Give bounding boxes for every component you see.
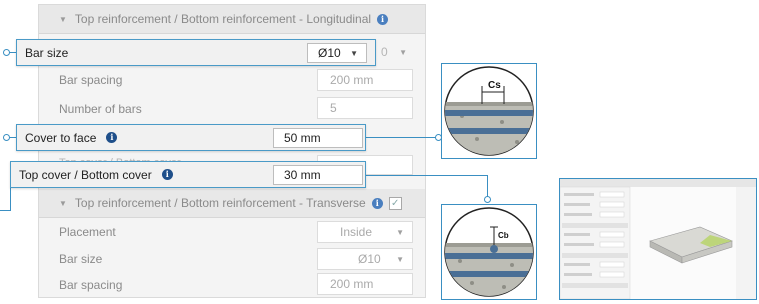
info-icon[interactable]: i (371, 197, 383, 209)
longitudinal-section-title: Top reinforcement / Bottom reinforcement… (74, 12, 372, 26)
cover-to-face-field[interactable]: 50 mm (273, 128, 363, 148)
transverse-section-title: Top reinforcement / Bottom reinforcement… (74, 196, 366, 210)
bar-size-callout: Bar size Ø10 ▼ (16, 39, 376, 66)
connector-line (0, 210, 10, 211)
info-icon[interactable]: i (161, 169, 173, 180)
placement-dropdown[interactable]: Inside ▼ (317, 221, 413, 243)
dropdown-chevron-icon: ▼ (399, 47, 407, 57)
placement-label: Placement (59, 225, 116, 239)
bar-spacing-field[interactable]: 200 mm (317, 69, 413, 91)
collapse-chevron-icon[interactable]: ▼ (59, 15, 67, 24)
top-cover-value: 30 mm (284, 168, 321, 182)
cover-to-face-detail: Cs (441, 63, 537, 159)
dropdown-chevron-icon: ▼ (350, 48, 358, 58)
transverse-bar-spacing-label: Bar spacing (59, 278, 123, 292)
number-of-bars-field[interactable]: 5 (317, 97, 413, 119)
transverse-bar-spacing-value: 200 mm (330, 277, 374, 291)
collapse-chevron-icon[interactable]: ▼ (59, 199, 67, 208)
connector-dot (3, 134, 10, 141)
transverse-bar-size-dropdown[interactable]: Ø10 ▼ (317, 248, 413, 270)
transverse-bar-spacing-field[interactable]: 200 mm (317, 273, 413, 295)
cover-to-face-label: Cover to face (25, 130, 97, 145)
connector-line (10, 184, 11, 211)
top-cover-label: Top cover / Bottom cover (19, 167, 152, 182)
connector-line (366, 175, 488, 176)
bar-size-label: Bar size (25, 45, 69, 60)
bar-size-value: Ø10 (318, 46, 341, 60)
concrete-section-illustration: Cs (444, 66, 534, 156)
top-cover-detail: Cb (441, 204, 537, 300)
number-of-bars-value: 5 (330, 101, 337, 115)
application-screenshot-thumbnail (559, 178, 757, 300)
dropdown-chevron-icon: ▼ (396, 254, 404, 264)
number-of-bars-label: Number of bars (59, 102, 142, 116)
top-cover-callout: Top cover / Bottom cover i 30 mm (10, 161, 366, 188)
bar-size-ghost-value: 0 (381, 45, 388, 59)
application-preview-illustration (560, 179, 756, 299)
connector-line (366, 137, 438, 138)
bar-spacing-label: Bar spacing (59, 73, 123, 87)
top-cover-field[interactable]: 30 mm (273, 165, 363, 185)
connector-dot (3, 49, 10, 56)
transverse-section-header[interactable]: ▼ Top reinforcement / Bottom reinforceme… (39, 189, 425, 218)
info-icon[interactable]: i (106, 132, 118, 143)
transverse-bar-size-label: Bar size (59, 252, 103, 266)
bar-size-dropdown[interactable]: Ø10 ▼ (307, 43, 367, 63)
info-icon[interactable]: i (377, 13, 389, 25)
cover-to-face-value: 50 mm (284, 131, 321, 145)
checkbox-icon[interactable]: ✓ (388, 196, 402, 210)
placement-value: Inside (340, 225, 373, 239)
cb-label: Cb (498, 231, 509, 240)
connector-dot (484, 196, 491, 203)
dropdown-chevron-icon: ▼ (396, 227, 404, 237)
bar-spacing-value: 200 mm (330, 73, 374, 87)
concrete-section-illustration: Cb (444, 207, 534, 297)
longitudinal-section-header[interactable]: ▼ Top reinforcement / Bottom reinforceme… (39, 5, 425, 34)
transverse-bar-size-value: Ø10 (358, 252, 381, 266)
cs-label: Cs (488, 80, 501, 91)
cover-to-face-callout: Cover to face i 50 mm (16, 124, 366, 151)
